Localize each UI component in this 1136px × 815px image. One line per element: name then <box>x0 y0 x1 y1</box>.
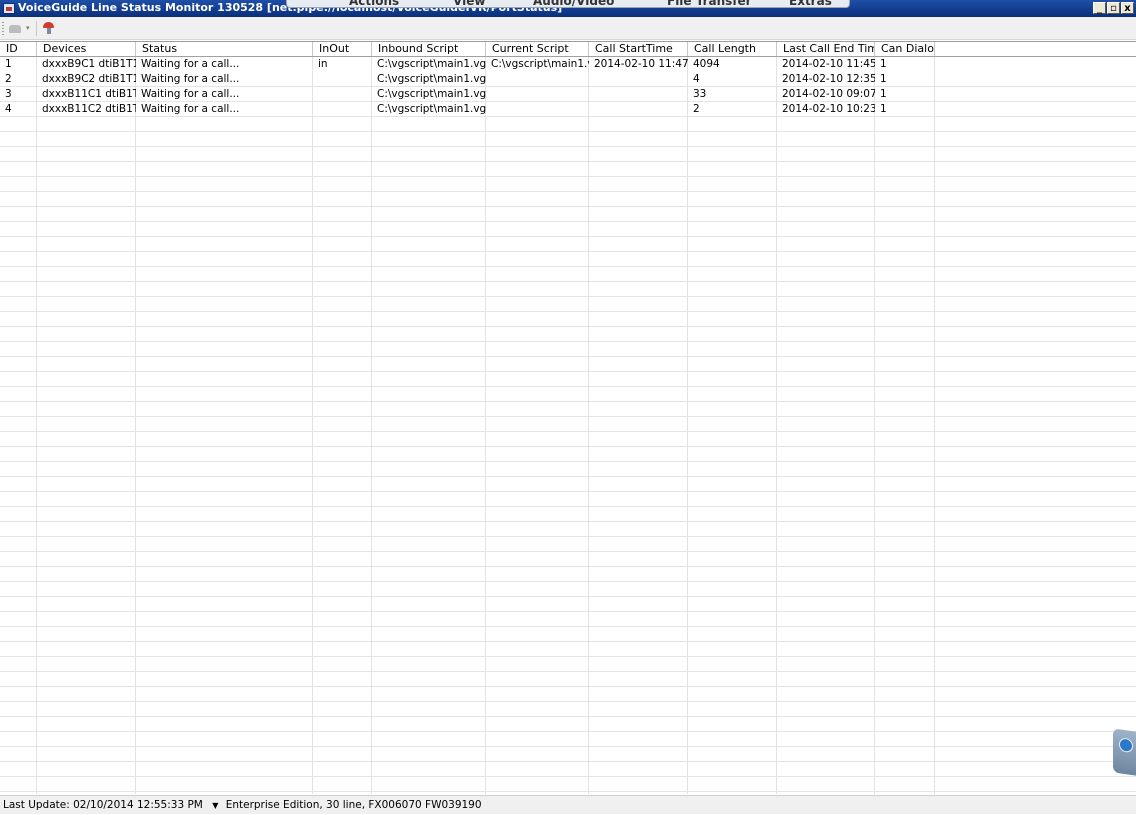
cell-inout <box>313 72 372 87</box>
header-col-inout[interactable]: InOut <box>313 42 372 56</box>
header-col-call-start-time[interactable]: Call StartTime <box>589 42 688 56</box>
header-col-status[interactable]: Status <box>136 42 313 56</box>
header-col-devices[interactable]: Devices <box>37 42 136 56</box>
header-col-call-length[interactable]: Call Length <box>688 42 777 56</box>
toolbar-grip[interactable] <box>2 22 4 36</box>
window-controls: _ ▫ x <box>1093 2 1134 14</box>
cell-call-start-time: 2014-02-10 11:47:18 <box>594 58 688 70</box>
cell-inbound-script: C:\vgscript\main1.vgs <box>377 88 486 100</box>
grid-rows: 1 dxxxB9C1 dtiB1T17 Waiting for a call... i… <box>0 57 1136 794</box>
cell-inbound-script: C:\vgscript\main1.vgs <box>377 103 486 115</box>
cell-call-start-time <box>589 72 688 87</box>
grid-header: ID Devices Status InOut Inbound Script Curren… <box>0 42 1136 57</box>
overlay-actions[interactable]: Actions <box>349 0 399 7</box>
cell-call-length: 2 <box>693 103 700 115</box>
cell-can-dialout: 1 <box>880 58 887 70</box>
cell-last-call-end-time: 2014-02-10 09:07:10 <box>782 88 875 100</box>
cell-current-script <box>486 72 589 87</box>
cell-status: Waiting for a call... <box>141 58 240 70</box>
cell-devices: dxxxB9C2 dtiB1T18 <box>42 73 136 85</box>
cell-inout <box>313 102 372 117</box>
app-icon <box>3 3 15 14</box>
overlay-view[interactable]: View <box>453 0 485 7</box>
cell-inout <box>313 87 372 102</box>
last-update-text: Last Update: 02/10/2014 12:55:33 PM <box>3 799 203 811</box>
header-col-id[interactable]: ID <box>0 42 37 56</box>
remote-support-widget[interactable] <box>1113 728 1136 776</box>
cell-status: Waiting for a call... <box>141 73 240 85</box>
remote-session-toolbar[interactable]: Actions View Audio/Video File Transfer E… <box>286 0 850 8</box>
cell-call-length: 4 <box>693 73 700 85</box>
header-col-inbound-script[interactable]: Inbound Script <box>372 42 486 56</box>
cell-id: 3 <box>5 88 12 100</box>
header-col-current-script[interactable]: Current Script <box>486 42 589 56</box>
cell-last-call-end-time: 2014-02-10 12:35:18 <box>782 73 875 85</box>
cell-id: 1 <box>5 58 12 70</box>
cell-inbound-script: C:\vgscript\main1.vgs <box>377 73 486 85</box>
cell-can-dialout: 1 <box>880 73 887 85</box>
header-col-can-dialout[interactable]: Can Dialout <box>875 42 935 56</box>
minimize-button[interactable]: _ <box>1093 2 1106 14</box>
table-row[interactable]: 4 dxxxB11C2 dtiB1T26 Waiting for a call...… <box>0 102 1136 117</box>
cell-inout: in <box>318 58 328 70</box>
chevron-down-icon[interactable]: ▾ <box>26 24 30 32</box>
phone-icon <box>9 25 21 33</box>
teamviewer-icon <box>1119 737 1133 754</box>
cell-current-script <box>486 87 589 102</box>
overlay-file-transfer[interactable]: File Transfer <box>667 0 752 7</box>
cell-call-length: 4094 <box>693 58 720 70</box>
header-col-last-call-end-time[interactable]: Last Call End Time <box>777 42 875 56</box>
edition-text: Enterprise Edition, 30 line, FX006070 FW… <box>225 799 482 811</box>
cell-can-dialout: 1 <box>880 103 887 115</box>
cell-id: 4 <box>5 103 12 115</box>
hangup-phone-icon-stem <box>47 28 51 34</box>
table-row[interactable]: 3 dxxxB11C1 dtiB1T25 Waiting for a call...… <box>0 87 1136 102</box>
status-bar: Last Update: 02/10/2014 12:55:33 PM ▼ En… <box>0 795 1136 814</box>
cell-call-length: 33 <box>693 88 707 100</box>
cell-current-script <box>486 102 589 117</box>
cell-current-script: C:\vgscript\main1.vgs <box>491 58 589 70</box>
cell-inbound-script: C:\vgscript\main1.vgs <box>377 58 486 70</box>
overlay-audio-video[interactable]: Audio/Video <box>533 0 614 7</box>
toolbar: ▾ <box>0 17 1136 40</box>
cell-call-start-time <box>589 87 688 102</box>
overlay-extras[interactable]: Extras <box>789 0 832 7</box>
title-bar: VoiceGuide Line Status Monitor 130528 [n… <box>0 0 1136 17</box>
cell-call-start-time <box>589 102 688 117</box>
table-row[interactable]: 2 dxxxB9C2 dtiB1T18 Waiting for a call... C… <box>0 72 1136 87</box>
status-dropdown-icon[interactable]: ▼ <box>212 797 218 815</box>
line-status-grid: ID Devices Status InOut Inbound Script Curren… <box>0 41 1136 794</box>
cell-can-dialout: 1 <box>880 88 887 100</box>
cell-id: 2 <box>5 73 12 85</box>
cell-last-call-end-time: 2014-02-10 10:23:41 <box>782 103 875 115</box>
cell-status: Waiting for a call... <box>141 88 240 100</box>
cell-devices: dxxxB9C1 dtiB1T17 <box>42 58 136 70</box>
close-button[interactable]: x <box>1121 2 1134 14</box>
cell-devices: dxxxB11C1 dtiB1T25 <box>42 88 136 100</box>
cell-devices: dxxxB11C2 dtiB1T26 <box>42 103 136 115</box>
cell-last-call-end-time: 2014-02-10 11:45:59 <box>782 58 875 70</box>
restore-button[interactable]: ▫ <box>1107 2 1120 14</box>
table-row[interactable]: 1 dxxxB9C1 dtiB1T17 Waiting for a call... i… <box>0 57 1136 72</box>
disconnect-button[interactable] <box>41 20 57 36</box>
toolbar-separator <box>36 21 37 36</box>
line-control-button[interactable] <box>7 21 23 36</box>
cell-status: Waiting for a call... <box>141 103 240 115</box>
